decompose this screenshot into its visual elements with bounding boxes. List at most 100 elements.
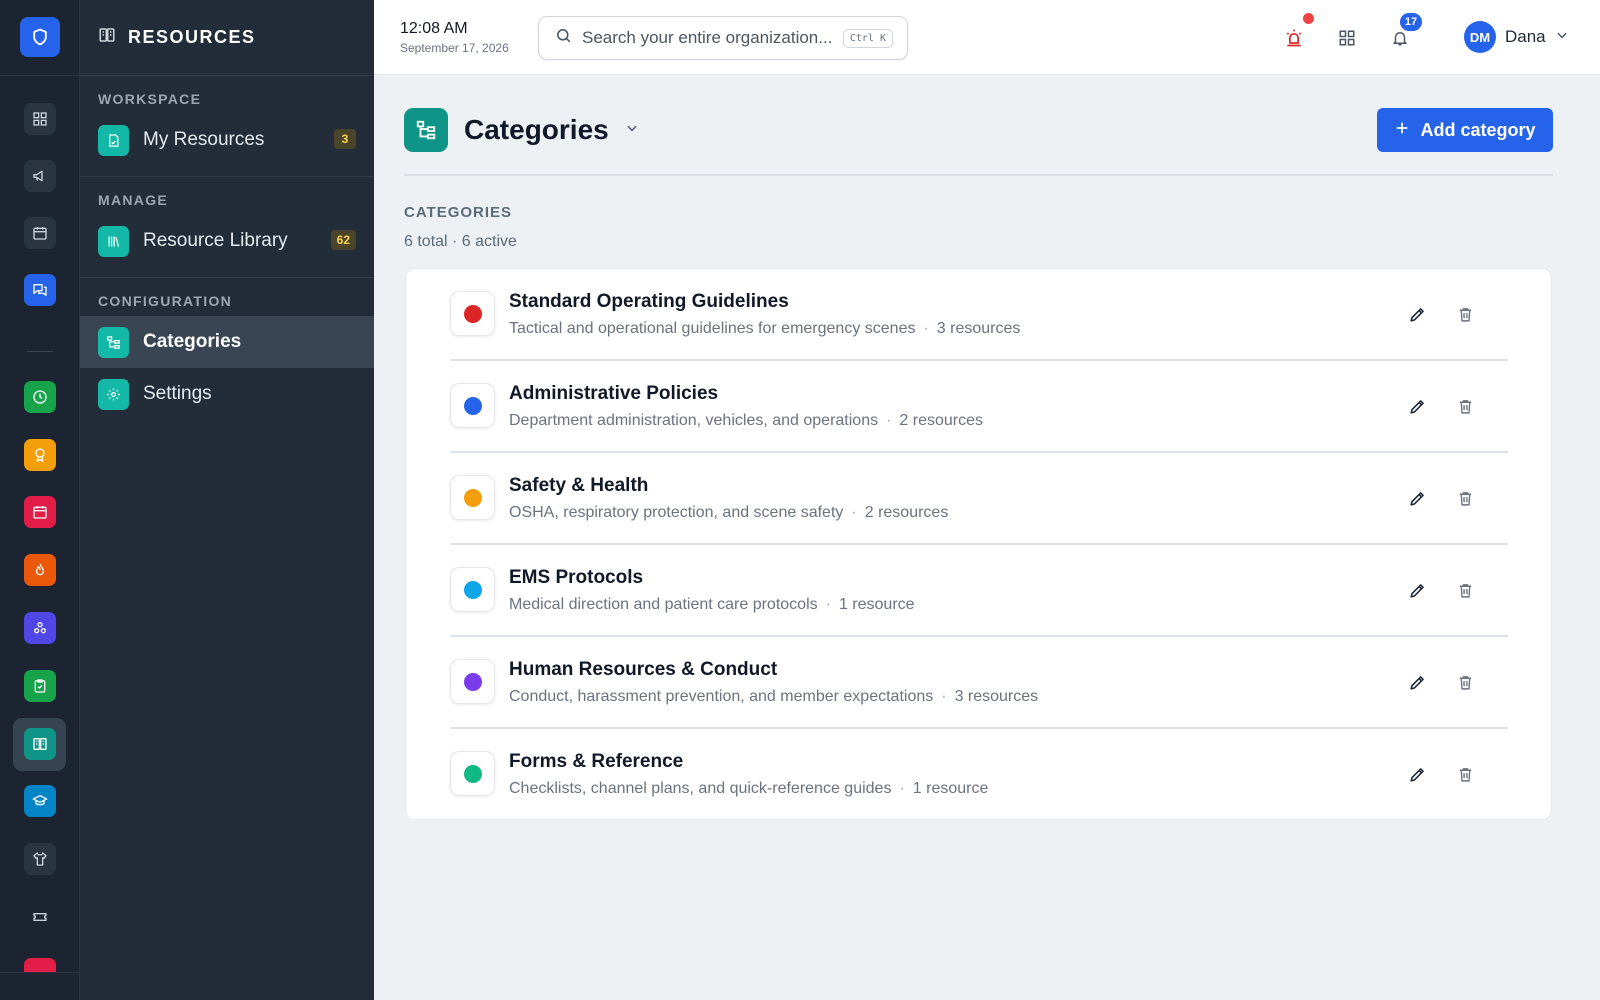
alert-icon[interactable] <box>24 958 56 972</box>
section-label: WORKSPACE <box>98 91 202 107</box>
clipboard-check-icon[interactable] <box>24 670 56 702</box>
pencil-icon[interactable] <box>1404 393 1430 419</box>
category-description: Tactical and operational guidelines for … <box>509 320 1021 337</box>
category-description: Checklists, channel plans, and quick-ref… <box>509 780 989 797</box>
category-description: Conduct, harassment prevention, and memb… <box>509 688 1039 705</box>
category-name: Standard Operating Guidelines <box>509 291 789 312</box>
divider <box>404 174 1553 176</box>
sidebar-title: RESOURCES <box>128 27 256 47</box>
library-icon <box>98 225 129 257</box>
sidebar-item-label: Settings <box>143 383 212 404</box>
sidebar-section-workspace: WORKSPACE My Resources 3 <box>80 76 374 177</box>
user-name: Dana <box>1505 27 1546 46</box>
sidebar-item-my-resources[interactable]: My Resources 3 <box>80 114 374 166</box>
award-icon[interactable] <box>24 439 56 471</box>
trash-icon[interactable] <box>1452 485 1478 511</box>
chevron-down-icon <box>1555 28 1569 47</box>
category-description: Medical direction and patient care proto… <box>509 596 915 613</box>
alert-dot <box>1303 13 1314 24</box>
color-dot <box>463 304 482 323</box>
category-description: OSHA, respiratory protection, and scene … <box>509 504 949 521</box>
clock-icon[interactable] <box>24 381 56 413</box>
category-name: Safety & Health <box>509 475 649 496</box>
pencil-icon[interactable] <box>1404 669 1430 695</box>
section-label: CONFIGURATION <box>98 293 233 309</box>
add-category-label: Add category <box>1420 119 1536 140</box>
plus-icon <box>1394 120 1410 141</box>
color-dot <box>463 488 482 507</box>
sidebar-item-label: Resource Library <box>143 230 288 251</box>
shield-logo-icon[interactable] <box>20 17 60 57</box>
user-menu[interactable]: DM Dana <box>1464 21 1569 53</box>
settings-icon <box>98 378 129 410</box>
ticket-icon[interactable] <box>24 901 56 933</box>
resource-count: 2 resources <box>899 412 984 429</box>
calendar-icon[interactable] <box>24 217 56 249</box>
add-category-button[interactable]: Add category <box>1377 108 1553 152</box>
category-name: Human Resources & Conduct <box>509 659 778 680</box>
pencil-icon[interactable] <box>1404 301 1430 327</box>
category-color-swatch <box>450 291 495 336</box>
list-item: Administrative Policies Department admin… <box>450 361 1508 453</box>
trash-icon[interactable] <box>1452 761 1478 787</box>
color-dot <box>463 672 482 691</box>
main-content: Categories Add category CATEGORIES 6 tot… <box>374 75 1600 1000</box>
trash-icon[interactable] <box>1452 301 1478 327</box>
apps-grid-icon[interactable] <box>1333 24 1361 52</box>
sidebar-section-configuration: CONFIGURATION Categories Settings <box>80 278 374 420</box>
list-item: Human Resources & Conduct Conduct, haras… <box>450 637 1508 729</box>
section-label: CATEGORIES <box>404 204 513 221</box>
network-icon[interactable] <box>24 612 56 644</box>
resource-count: 3 resources <box>936 320 1021 337</box>
search-placeholder: Search your entire organization... <box>582 28 833 47</box>
trash-icon[interactable] <box>1452 393 1478 419</box>
graduation-cap-icon[interactable] <box>24 785 56 817</box>
calendar-event-icon[interactable] <box>24 496 56 528</box>
sidebar-section-manage: MANAGE Resource Library 62 <box>80 177 374 278</box>
category-name: Forms & Reference <box>509 751 684 772</box>
category-color-swatch <box>450 659 495 704</box>
avatar: DM <box>1464 21 1496 53</box>
pencil-icon[interactable] <box>1404 577 1430 603</box>
resources-icon[interactable] <box>24 728 56 760</box>
current-date: September 17, 2026 <box>400 41 509 55</box>
shirt-icon[interactable] <box>24 843 56 875</box>
resource-count: 2 resources <box>864 504 949 521</box>
list-item: Forms & Reference Checklists, channel pl… <box>450 729 1508 821</box>
section-summary: 6 total · 6 active <box>404 233 517 250</box>
sidebar-item-settings[interactable]: Settings <box>80 368 374 420</box>
category-color-swatch <box>450 475 495 520</box>
top-bar: 12:08 AM September 17, 2026 Search your … <box>374 0 1600 75</box>
resources-icon <box>98 26 116 49</box>
flame-icon[interactable] <box>24 554 56 586</box>
resources-sidebar: RESOURCES WORKSPACE My Resources 3 MANAG… <box>80 0 374 1000</box>
page-header: Categories <box>404 108 639 152</box>
emergency-alarm-icon[interactable] <box>1280 13 1314 52</box>
resource-count: 3 resources <box>954 688 1039 705</box>
notification-count: 17 <box>1400 13 1422 31</box>
sidebar-item-label: Categories <box>143 331 242 352</box>
list-item: Standard Operating Guidelines Tactical a… <box>450 269 1508 361</box>
category-color-swatch <box>450 567 495 612</box>
pencil-icon[interactable] <box>1404 485 1430 511</box>
color-dot <box>463 396 482 415</box>
sidebar-header: RESOURCES <box>80 0 374 76</box>
trash-icon[interactable] <box>1452 577 1478 603</box>
chat-icon[interactable] <box>24 274 56 306</box>
search-input[interactable]: Search your entire organization... Ctrl … <box>538 16 908 60</box>
bell-icon[interactable]: 17 <box>1386 13 1422 52</box>
page-title: Categories <box>464 114 609 145</box>
chevron-down-icon[interactable] <box>625 121 639 140</box>
dashboard-icon[interactable] <box>24 103 56 135</box>
category-name: Administrative Policies <box>509 383 719 404</box>
sidebar-item-resource-library[interactable]: Resource Library 62 <box>80 215 374 267</box>
trash-icon[interactable] <box>1452 669 1478 695</box>
megaphone-icon[interactable] <box>24 160 56 192</box>
sidebar-item-categories[interactable]: Categories <box>80 316 374 368</box>
pencil-icon[interactable] <box>1404 761 1430 787</box>
color-dot <box>463 764 482 783</box>
category-name: EMS Protocols <box>509 567 644 588</box>
icon-rail <box>0 0 80 1000</box>
current-time: 12:08 AM <box>400 20 468 37</box>
category-description: Department administration, vehicles, and… <box>509 412 984 429</box>
